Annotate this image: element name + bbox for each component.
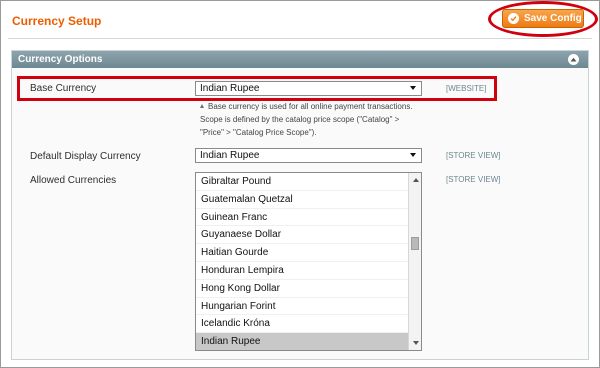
- base-currency-note-text: Base currency is used for all online pay…: [200, 102, 413, 137]
- chevron-down-icon: [410, 86, 416, 90]
- default-display-currency-label: Default Display Currency: [30, 151, 141, 162]
- base-currency-select[interactable]: Indian Rupee: [195, 81, 422, 96]
- save-config-label: Save Config: [524, 13, 582, 24]
- listbox-scrollbar[interactable]: [408, 173, 421, 350]
- list-item[interactable]: Guinean Franc: [196, 209, 408, 227]
- checkmark-icon: [508, 13, 519, 24]
- section-title: Currency Options: [18, 54, 103, 65]
- note-arrow-icon: [200, 104, 204, 108]
- allowed-currencies-label: Allowed Currencies: [30, 175, 117, 186]
- base-currency-label: Base Currency: [30, 83, 97, 94]
- base-currency-scope: [WEBSITE]: [446, 84, 487, 93]
- default-display-currency-value: Indian Rupee: [200, 150, 260, 161]
- list-item[interactable]: Hungarian Forint: [196, 298, 408, 316]
- list-item[interactable]: Guyanaese Dollar: [196, 226, 408, 245]
- scroll-thumb[interactable]: [411, 237, 419, 250]
- allowed-currencies-listbox[interactable]: Gibraltar Pound Guatemalan Quetzal Guine…: [195, 172, 422, 351]
- scroll-down-icon[interactable]: [413, 341, 419, 345]
- list-item[interactable]: Icelandic Króna: [196, 315, 408, 334]
- page-title: Currency Setup: [12, 14, 102, 28]
- base-currency-value: Indian Rupee: [200, 83, 260, 94]
- title-divider: [8, 38, 592, 39]
- default-display-currency-scope: [STORE VIEW]: [446, 151, 501, 160]
- list-item[interactable]: Haitian Gourde: [196, 244, 408, 262]
- collapse-icon[interactable]: [568, 54, 579, 65]
- save-config-button[interactable]: Save Config: [502, 9, 584, 28]
- chevron-down-icon: [410, 153, 416, 157]
- list-item[interactable]: Hong Kong Dollar: [196, 280, 408, 298]
- list-item[interactable]: Honduran Lempira: [196, 262, 408, 280]
- default-display-currency-select[interactable]: Indian Rupee: [195, 148, 422, 163]
- base-currency-note: Base currency is used for all online pay…: [200, 100, 425, 139]
- list-item-selected[interactable]: Indian Rupee: [196, 333, 408, 350]
- allowed-currencies-scope: [STORE VIEW]: [446, 175, 501, 184]
- scroll-up-icon[interactable]: [413, 178, 419, 182]
- list-item[interactable]: Guatemalan Quetzal: [196, 191, 408, 209]
- list-item[interactable]: Gibraltar Pound: [196, 173, 408, 191]
- section-header[interactable]: Currency Options: [12, 51, 588, 68]
